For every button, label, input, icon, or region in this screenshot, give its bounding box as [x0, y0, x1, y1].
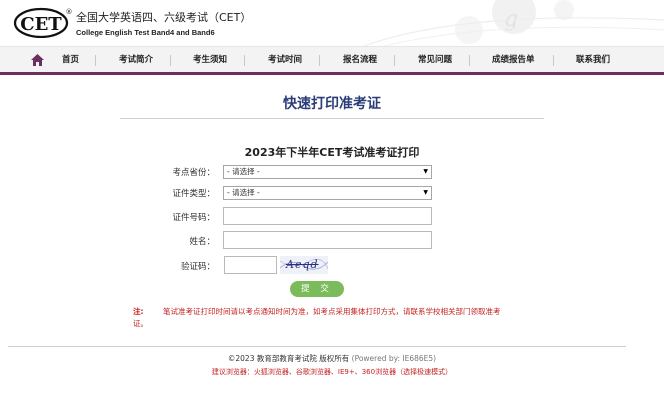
site-title-block: 全国大学英语四、六级考试（CET） College English Test B…	[76, 9, 251, 37]
nav-divider	[244, 55, 245, 66]
nav-item-score-report[interactable]: 成绩报告单	[492, 47, 535, 73]
nav-item-introduction[interactable]: 考试简介	[119, 47, 153, 73]
nav-item-faq[interactable]: 常见问题	[418, 47, 452, 73]
captcha-input[interactable]	[224, 256, 277, 274]
nav-divider	[394, 55, 395, 66]
captcha-image[interactable]: Aeqd	[280, 256, 328, 274]
logo-registered-mark: ®	[66, 8, 73, 16]
captcha-text: Aeqd	[286, 258, 319, 271]
nav-divider	[469, 55, 470, 66]
header-decoration: g	[364, 0, 664, 46]
dropdown-arrow-icon: ▼	[423, 189, 428, 196]
copyright-text: ©2023 教育部教育考试院 版权所有	[227, 354, 350, 363]
main-nav: 首页 考试简介 考生须知 考试时间 报名流程 常见问题 成绩报告单 联系我们	[0, 46, 664, 75]
cert-no-label: 证件号码：	[172, 213, 215, 223]
site-title: 全国大学英语四、六级考试（CET）	[76, 11, 252, 24]
logo-text: CET	[20, 14, 62, 35]
footer-divider	[8, 346, 626, 347]
site-subtitle: College English Test Band4 and Band6	[76, 28, 215, 37]
dropdown-arrow-icon: ▼	[423, 168, 428, 175]
title-divider	[120, 118, 544, 119]
nav-divider	[553, 55, 554, 66]
note-text: 笔试准考证打印时间请以考点通知时间为准，如考点采用集体打印方式，请联系学校相关部…	[133, 307, 501, 328]
cert-type-label: 证件类型：	[172, 189, 215, 199]
cert-type-select-value: - 请选择 -	[227, 188, 260, 197]
cet-logo[interactable]: CET ®	[13, 6, 73, 38]
form-title: 2023年下半年CET考试准考证打印	[244, 146, 420, 159]
footer-copyright-line: ©2023 教育部教育考试院 版权所有 (Powered by: IE686E5…	[0, 353, 664, 364]
captcha-label: 验证码：	[180, 262, 215, 272]
name-input[interactable]	[223, 231, 432, 249]
page-title: 快速打印准考证	[283, 96, 381, 112]
powered-by-text: (Powered by: IE686E5)	[351, 354, 437, 363]
province-label: 考点省份：	[172, 168, 215, 178]
home-icon[interactable]	[31, 54, 44, 66]
note-label: 注:	[133, 307, 144, 316]
nav-divider	[170, 55, 171, 66]
browser-tip: 建议浏览器：火狐浏览器、谷歌浏览器、IE9+、360浏览器（选择极速模式）	[211, 368, 453, 376]
nav-item-contact[interactable]: 联系我们	[576, 47, 610, 73]
cert-no-input[interactable]	[223, 207, 432, 225]
site-header: g CET ® 全国大学英语四、六级考试（CET） College Englis…	[0, 0, 664, 46]
province-select-value: - 请选择 -	[227, 167, 260, 176]
nav-item-registration[interactable]: 报名流程	[343, 47, 377, 73]
province-select[interactable]: - 请选择 - ▼	[223, 165, 432, 179]
nav-item-exam-schedule[interactable]: 考试时间	[268, 47, 302, 73]
nav-divider	[95, 55, 96, 66]
cert-type-select[interactable]: - 请选择 - ▼	[223, 186, 432, 200]
nav-item-home[interactable]: 首页	[62, 47, 79, 73]
nav-divider	[319, 55, 320, 66]
submit-button[interactable]: 提 交	[290, 281, 344, 297]
name-label: 姓名：	[189, 237, 215, 247]
nav-item-candidate-notice[interactable]: 考生须知	[193, 47, 227, 73]
